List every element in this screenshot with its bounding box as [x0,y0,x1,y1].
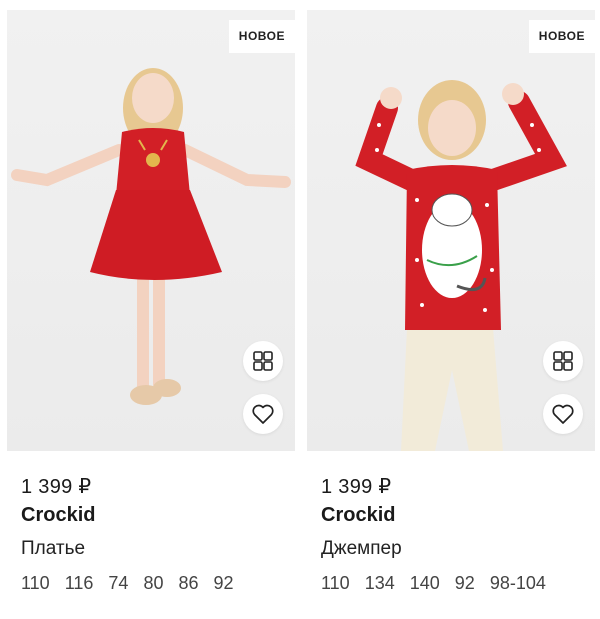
size-list: 110 116 74 80 86 92 [21,571,295,595]
compare-button[interactable] [543,341,583,381]
size-option[interactable]: 110 [21,571,50,595]
product-photo[interactable]: НОВОЕ [307,10,595,451]
size-option[interactable]: 80 [143,571,163,595]
size-option[interactable]: 92 [214,571,234,595]
size-option[interactable]: 74 [108,571,128,595]
girl-in-red-dress-photo [11,68,291,405]
product-name[interactable]: Платье [21,537,295,561]
size-option[interactable]: 134 [365,571,395,595]
heart-icon [252,404,274,424]
size-option[interactable]: 92 [455,571,475,595]
girl-in-red-sweater-photo [355,80,567,451]
product-name[interactable]: Джемпер [321,537,595,561]
new-badge: НОВОЕ [228,20,295,53]
product-brand[interactable]: Crockid [321,503,595,527]
size-option[interactable]: 140 [410,571,440,595]
new-badge: НОВОЕ [528,20,595,53]
product-brand[interactable]: Crockid [21,503,295,527]
product-card[interactable]: НОВОЕ 1 399 ₽ Crockid Платье 110 116 74 … [7,10,295,595]
product-price: 1 399 ₽ [321,476,392,498]
size-option[interactable]: 110 [321,571,350,595]
favorite-button[interactable] [243,394,283,434]
product-info: 1 399 ₽ Crockid Джемпер 110 134 140 92 9… [307,475,595,595]
favorite-button[interactable] [543,394,583,434]
product-info: 1 399 ₽ Crockid Платье 110 116 74 80 86 … [7,475,295,595]
size-option[interactable]: 98-104 [490,571,546,595]
size-option[interactable]: 116 [65,571,94,595]
compare-icon [253,351,273,371]
heart-icon [552,404,574,424]
size-list: 110 134 140 92 98-104 [321,571,595,595]
product-grid: НОВОЕ 1 399 ₽ Crockid Платье 110 116 74 … [0,0,600,619]
product-card[interactable]: НОВОЕ 1 399 ₽ Crockid Джемпер 110 134 14… [307,10,595,595]
product-price: 1 399 ₽ [21,476,92,498]
size-option[interactable]: 86 [178,571,198,595]
compare-button[interactable] [243,341,283,381]
compare-icon [553,351,573,371]
product-photo[interactable]: НОВОЕ [7,10,295,451]
